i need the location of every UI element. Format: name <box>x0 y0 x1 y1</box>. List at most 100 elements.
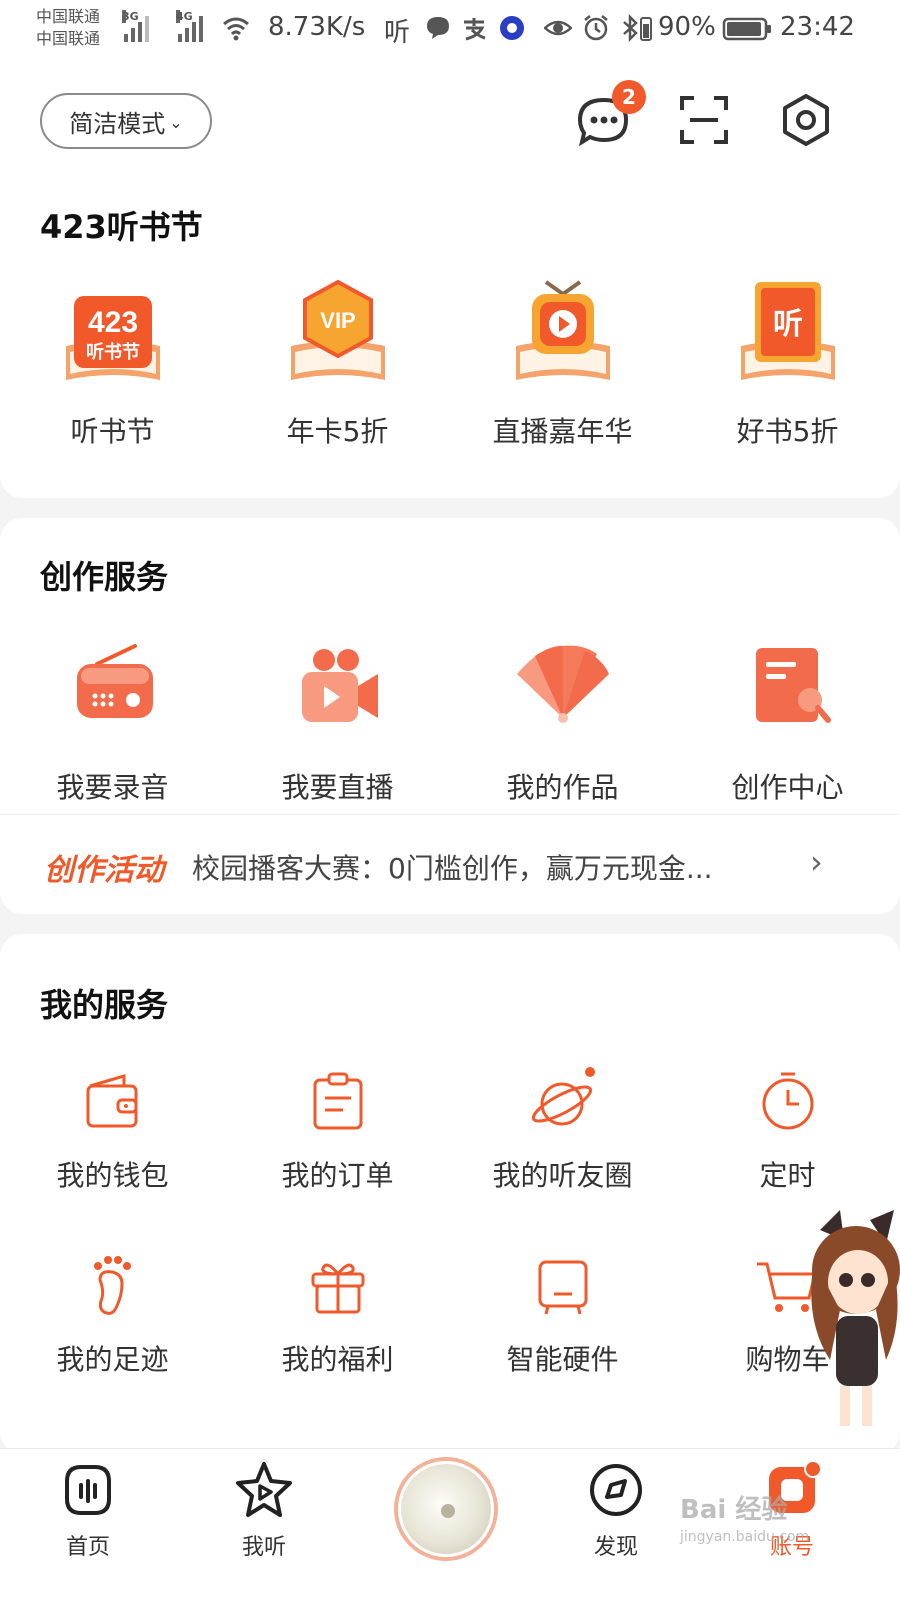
compass-icon <box>590 1464 642 1516</box>
app-circle-icon <box>500 16 524 40</box>
star-play-icon <box>236 1462 292 1517</box>
net-type-1: 3G <box>122 10 139 23</box>
alarm-icon <box>584 15 608 41</box>
icon-text-festival: 听书节 <box>86 341 140 363</box>
home-icon <box>65 1465 111 1515</box>
listen-app-notification-icon: 听 <box>384 18 411 48</box>
create-item-label: 我要录音 <box>56 771 169 804</box>
service-item-label: 智能硬件 <box>506 1343 619 1376</box>
order-icon <box>313 1072 362 1130</box>
alipay-icon <box>464 18 486 41</box>
services-title: 我的服务 <box>40 986 169 1024</box>
wifi-icon <box>223 17 249 41</box>
scan-icon[interactable] <box>674 90 734 150</box>
service-item[interactable]: 我的听友圈 <box>450 1066 675 1194</box>
settings-icon[interactable] <box>776 90 836 150</box>
planet-icon <box>531 1067 595 1126</box>
bottom-tab-bar: 首页 我听 发现 账号 Bai 经验 jingyan.baidu.com <box>0 1448 900 1600</box>
tab-home[interactable]: 首页 <box>28 1459 148 1561</box>
chevron-right-icon: › <box>810 843 823 881</box>
icon-text-423: 423 <box>87 306 137 339</box>
create-item-label: 创作中心 <box>731 771 844 804</box>
timer-icon <box>762 1072 813 1130</box>
creation-activity-banner[interactable]: 创作活动 校园播客大赛：0门槛创作，赢万元现金... › <box>0 814 900 914</box>
tab-listen-label: 我听 <box>241 1535 286 1560</box>
festival-item[interactable]: 423 听书节 听书节 <box>0 276 225 450</box>
net-type-2: 4G <box>176 10 193 23</box>
carrier-1: 中国联通 <box>36 7 101 26</box>
video-camera-icon <box>301 649 378 722</box>
radio-icon <box>76 644 153 718</box>
create-item[interactable]: 我的作品 <box>450 638 675 806</box>
creation-card: 创作服务 我要录音 我要直播 我的作品 创作中心 创作活动 校园播客大赛：0门槛… <box>0 518 900 914</box>
service-item[interactable]: 我的足迹 <box>0 1250 225 1378</box>
clock-time: 23:42 <box>780 12 855 42</box>
festival-item-label: 好书5折 <box>736 415 839 448</box>
festival-item[interactable]: 直播嘉年华 <box>450 276 675 450</box>
festival-card: 423听书节 423 听书节 听书节 VIP 年卡5折 直播嘉年华 听 好书5折 <box>0 180 900 498</box>
create-item[interactable]: 创作中心 <box>675 638 900 806</box>
battery-small-icon <box>640 17 652 41</box>
carrier-2: 中国联通 <box>36 29 101 48</box>
wallet-icon <box>86 1073 137 1128</box>
eye-icon <box>544 20 572 36</box>
message-badge: 2 <box>612 80 646 114</box>
festival-item[interactable]: 听 好书5折 <box>675 276 900 450</box>
creation-activity-text: 校园播客大赛：0门槛创作，赢万元现金... <box>192 852 713 885</box>
icon-text-vip: VIP <box>320 308 355 333</box>
service-item[interactable]: 定时 <box>675 1066 900 1194</box>
baidu-watermark: Bai 经验 <box>680 1495 788 1525</box>
smart-device-icon <box>538 1260 587 1315</box>
gift-icon <box>311 1263 364 1314</box>
create-item-label: 我的作品 <box>506 771 619 804</box>
vip-book-icon: VIP <box>290 279 385 380</box>
creation-title: 创作服务 <box>40 558 169 596</box>
tab-discover[interactable]: 发现 <box>556 1459 676 1561</box>
services-card: 我的服务 我的钱包 我的订单 我的听友圈 定时 我的足迹 我的福利 智能硬件 购… <box>0 934 900 1454</box>
festival-item-label: 年卡5折 <box>286 415 389 448</box>
icon-text-listen: 听 <box>773 307 803 342</box>
carrier-names: 中国联通 中国联通 <box>36 6 100 50</box>
network-speed: 8.73K/s <box>268 12 366 42</box>
festival-item-label: 直播嘉年华 <box>492 415 633 448</box>
service-item-label: 我的足迹 <box>56 1343 169 1376</box>
festival-item[interactable]: VIP 年卡5折 <box>225 276 450 450</box>
service-item[interactable]: 智能硬件 <box>450 1250 675 1378</box>
create-item[interactable]: 我要录音 <box>0 638 225 806</box>
chat-bubble-icon <box>427 17 449 39</box>
service-item[interactable]: 我的福利 <box>225 1250 450 1378</box>
fan-icon <box>516 645 609 723</box>
chevron-down-icon: ⌄ <box>169 112 183 132</box>
book-listen-icon: 听 <box>740 282 835 380</box>
notepad-icon <box>755 648 831 723</box>
mascot-girl-image <box>811 1210 900 1426</box>
festival-423-icon: 423 听书节 <box>65 296 160 380</box>
simple-mode-button[interactable]: 简洁模式 ⌄ <box>40 93 212 149</box>
festival-item-label: 听书节 <box>70 415 155 448</box>
signal-4g-icon: 4G <box>176 10 203 42</box>
creation-activity-tag: 创作活动 <box>44 853 164 888</box>
footprint-icon <box>93 1256 131 1315</box>
simple-mode-label: 简洁模式 <box>69 109 166 138</box>
live-tv-icon <box>515 280 610 380</box>
status-bar: 中国联通 中国联通 3G 4G 8.73K/s 听 90% 23:42 <box>0 0 900 60</box>
service-item-label: 我的听友圈 <box>492 1159 633 1192</box>
service-item-label: 定时 <box>759 1159 816 1192</box>
signal-3g-icon: 3G <box>122 10 149 42</box>
top-header: 简洁模式 ⌄ 2 <box>0 60 900 180</box>
service-item-label: 我的订单 <box>281 1159 394 1192</box>
service-item-label: 我的福利 <box>281 1343 394 1376</box>
create-item[interactable]: 我要直播 <box>225 638 450 806</box>
create-item-label: 我要直播 <box>281 771 394 804</box>
now-playing-disc[interactable] <box>398 1461 494 1557</box>
festival-title: 423听书节 <box>40 208 203 246</box>
battery-percent: 90% <box>658 12 716 42</box>
tab-listen[interactable]: 我听 <box>204 1459 324 1561</box>
tab-home-label: 首页 <box>65 1535 110 1560</box>
service-item-label: 我的钱包 <box>56 1159 169 1192</box>
battery-icon <box>722 17 771 41</box>
service-item[interactable]: 我的订单 <box>225 1066 450 1194</box>
service-item[interactable]: 我的钱包 <box>0 1066 225 1194</box>
baidu-watermark-url: jingyan.baidu.com <box>680 1529 810 1545</box>
tab-discover-label: 发现 <box>593 1535 638 1560</box>
